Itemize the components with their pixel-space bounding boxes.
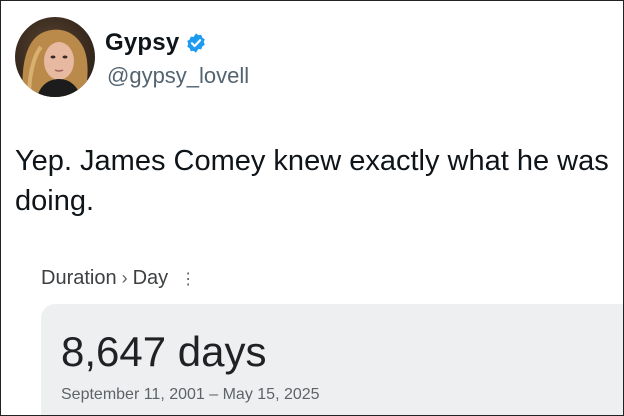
avatar[interactable] xyxy=(15,17,95,97)
more-vertical-icon[interactable]: ⋮ xyxy=(180,269,196,289)
breadcrumb: Duration › Day ⋮ xyxy=(41,267,196,290)
author-handle[interactable]: @gypsy_lovell xyxy=(107,63,249,89)
post-text: Yep. James Comey knew exactly what he wa… xyxy=(15,145,609,217)
author-name-row: Gypsy xyxy=(105,29,207,57)
verified-badge-icon xyxy=(187,33,206,53)
breadcrumb-current[interactable]: Day xyxy=(133,267,169,290)
date-range: September 11, 2001 – May 15, 2025 xyxy=(61,386,320,403)
breadcrumb-root[interactable]: Duration xyxy=(41,267,117,290)
result-value: 8,647 days xyxy=(61,328,267,375)
chevron-right-icon: › xyxy=(121,268,128,288)
result-card: 8,647 days September 11, 2001 – May 15, … xyxy=(41,304,623,415)
author-display-name[interactable]: Gypsy xyxy=(105,29,179,57)
post-screenshot: Gypsy @gypsy_lovell Yep. James Comey kne… xyxy=(0,0,624,416)
